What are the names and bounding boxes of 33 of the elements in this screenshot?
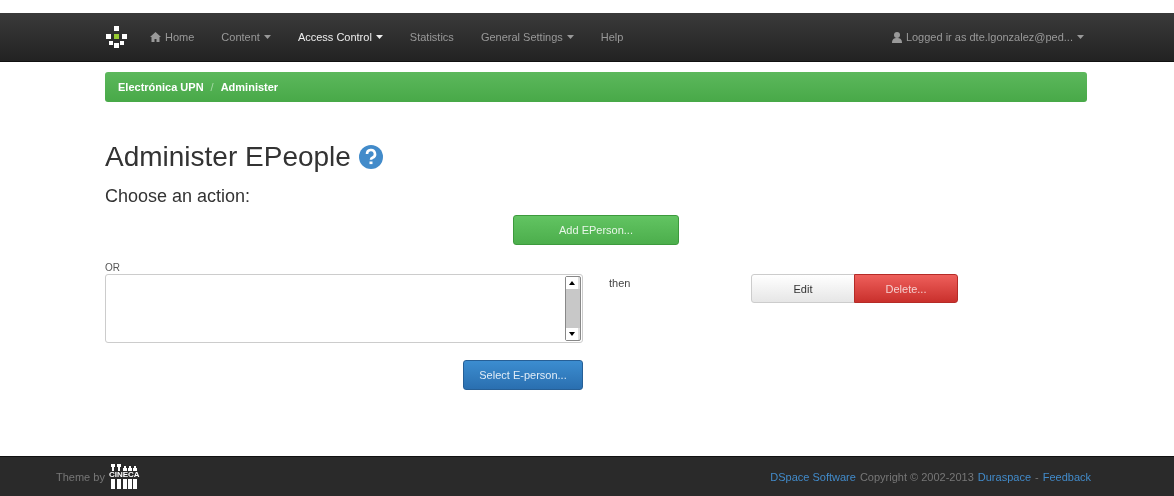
footer-text: Copyright © 2002-2013 [859,470,974,483]
then-label: then [609,277,632,289]
nav-link[interactable]: Home [150,31,195,43]
separator: / [210,81,214,93]
nav-link[interactable]: Help [600,31,624,43]
eperson-list-field[interactable] [105,274,583,343]
nav-link[interactable]: Access Control [297,31,383,43]
nav-link[interactable]: Content [221,31,271,43]
footer-link[interactable]: Feedback [1042,470,1091,483]
user-menu[interactable]: Logged ir as dte.lgonzalez@ped... [891,31,1084,43]
home-icon [150,32,161,42]
edit-button[interactable]: Edit [751,274,855,303]
scroll-down-icon[interactable] [566,328,578,340]
nav-link[interactable]: General Settings [480,31,574,43]
user-icon [891,31,902,43]
scrollbar[interactable] [565,276,581,341]
help-icon[interactable] [358,145,383,169]
footer-link[interactable]: Duraspace [977,470,1031,483]
select-eperson-button[interactable]: Select E-person... [463,360,583,390]
footer-link[interactable]: DSpace Software [770,470,856,483]
cineca-logo[interactable]: CINECA [108,464,140,489]
scroll-up-icon[interactable] [566,277,578,289]
theme-label: Theme by [56,470,105,483]
caret-icon [1077,35,1084,39]
footer-text: - [1035,470,1039,483]
page-title: Administer EPeople [105,141,351,173]
or-label: OR [105,262,121,273]
delete-button[interactable]: Delete... [854,274,958,303]
logo-icon[interactable] [106,26,128,48]
breadcrumb-link[interactable]: Administer [220,81,279,93]
breadcrumb-link[interactable]: Electrónica UPN [118,81,204,93]
section-heading: Choose an action: [105,186,252,207]
nav-link[interactable]: Statistics [409,31,454,43]
